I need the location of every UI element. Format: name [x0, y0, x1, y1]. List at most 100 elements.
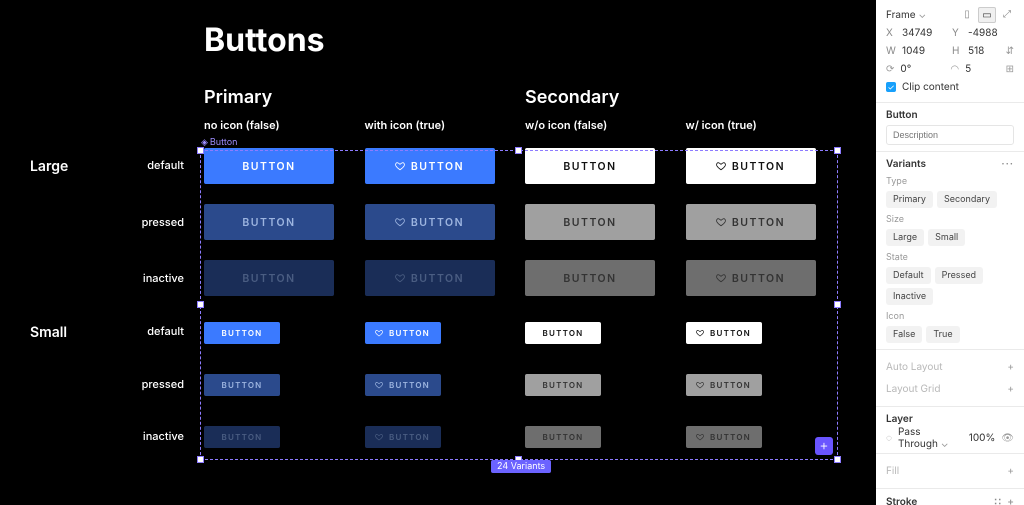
variant-button[interactable]: BUTTON [204, 426, 280, 448]
page-title: Buttons [204, 20, 846, 59]
variant-button[interactable]: BUTTON [686, 374, 762, 396]
col-primary-icon: with icon (true) [365, 118, 526, 132]
chevron-down-icon: ⌄ [918, 9, 926, 21]
prop-size-label: Size [886, 214, 1014, 225]
h-label: H [952, 45, 962, 57]
heart-icon [696, 381, 704, 389]
constrain-proportions-icon[interactable]: ⇵ [1006, 45, 1014, 57]
chip-false[interactable]: False [886, 326, 922, 343]
col-secondary-noicon: w/o icon (false) [525, 118, 686, 132]
state-inactive-label-1: inactive [108, 271, 204, 285]
state-default-label-1: default [108, 158, 204, 175]
size-small-label: Small [30, 324, 108, 341]
heart-icon [375, 329, 383, 337]
add-auto-layout-icon[interactable]: + [1007, 361, 1014, 373]
w-input[interactable]: 1049 [902, 45, 946, 57]
clip-content-checkbox[interactable]: ✓ [886, 82, 896, 92]
variant-button[interactable]: BUTTON [365, 204, 495, 240]
add-stroke-icon[interactable]: + [1007, 496, 1014, 505]
opacity-input[interactable]: 100% [969, 432, 996, 444]
frame-dropdown[interactable]: Frame ⌄ [886, 9, 926, 21]
heart-icon [716, 273, 726, 283]
auto-layout-heading[interactable]: Auto Layout [886, 361, 943, 373]
chip-true[interactable]: True [926, 326, 959, 343]
heart-icon [395, 217, 405, 227]
y-label: Y [952, 27, 962, 39]
chip-small[interactable]: Small [928, 229, 965, 246]
variant-button[interactable]: BUTTON [204, 260, 334, 296]
add-variant-button[interactable]: + [815, 437, 833, 455]
variant-button[interactable]: BUTTON [686, 426, 762, 448]
variant-button[interactable]: BUTTON [525, 426, 601, 448]
chip-default[interactable]: Default [886, 267, 931, 284]
resize-landscape-icon[interactable]: ▭ [978, 7, 996, 23]
variant-button[interactable]: BUTTON [525, 322, 601, 344]
prop-icon-label: Icon [886, 311, 1014, 322]
layer-heading: Layer [886, 413, 1014, 425]
visibility-icon[interactable]: 👁 [1001, 432, 1014, 444]
variant-button[interactable]: BUTTON [204, 148, 334, 184]
variant-button[interactable]: BUTTON [365, 374, 441, 396]
chip-primary[interactable]: Primary [886, 191, 933, 208]
group-primary: Primary [204, 87, 365, 108]
add-fill-icon[interactable]: + [1007, 465, 1014, 477]
component-name-heading: Button [886, 109, 1014, 121]
variants-heading: Variants [886, 158, 926, 170]
description-input[interactable] [886, 125, 1014, 145]
variant-button[interactable]: BUTTON [525, 374, 601, 396]
chip-inactive[interactable]: Inactive [886, 288, 933, 305]
clip-content-label: Clip content [902, 81, 959, 93]
variant-button[interactable]: BUTTON [686, 148, 816, 184]
variant-button[interactable]: BUTTON [365, 260, 495, 296]
radius-input[interactable]: 5 [965, 63, 971, 75]
state-pressed-label-2: pressed [108, 377, 204, 391]
x-label: X [886, 27, 896, 39]
group-secondary: Secondary [525, 87, 686, 108]
chip-large[interactable]: Large [886, 229, 924, 246]
inspector-panel: Frame ⌄ ▯ ▭ ⤢ X 34749 Y -4988 W 1049 H 5… [876, 0, 1024, 505]
heart-icon [716, 217, 726, 227]
prop-state-label: State [886, 252, 1014, 263]
chip-secondary[interactable]: Secondary [937, 191, 997, 208]
resize-fit-icon[interactable]: ⤢ [1000, 7, 1014, 21]
variants-more-icon[interactable]: ··· [1001, 158, 1014, 170]
layout-grid-heading[interactable]: Layout Grid [886, 383, 940, 395]
design-canvas[interactable]: Buttons Primary Secondary no icon (false… [0, 0, 876, 505]
heart-icon [395, 273, 405, 283]
h-input[interactable]: 518 [968, 45, 984, 57]
blend-mode-icon: ◌ [886, 432, 892, 444]
chip-pressed[interactable]: Pressed [935, 267, 984, 284]
prop-type-label: Type [886, 176, 1014, 187]
resize-portrait-icon[interactable]: ▯ [960, 7, 974, 21]
stroke-style-icon[interactable]: ∷ [991, 495, 1005, 505]
state-pressed-label-1: pressed [108, 215, 204, 229]
independent-corners-icon[interactable]: ⊞ [1006, 63, 1014, 75]
x-input[interactable]: 34749 [902, 27, 946, 39]
variant-button[interactable]: BUTTON [686, 204, 816, 240]
rotation-input[interactable]: 0° [900, 63, 944, 75]
y-input[interactable]: -4988 [968, 27, 998, 39]
variant-button[interactable]: BUTTON [525, 204, 655, 240]
variant-button[interactable]: BUTTON [365, 148, 495, 184]
variant-button[interactable]: BUTTON [525, 260, 655, 296]
state-default-label-2: default [108, 324, 204, 341]
heart-icon [395, 161, 405, 171]
add-layout-grid-icon[interactable]: + [1007, 383, 1014, 395]
variant-button[interactable]: BUTTON [204, 322, 280, 344]
heart-icon [375, 381, 383, 389]
rotation-icon: ⟳ [886, 63, 894, 75]
heart-icon [375, 433, 383, 441]
corner-radius-icon: ◠ [950, 63, 959, 75]
variant-button[interactable]: BUTTON [686, 260, 816, 296]
variant-button[interactable]: BUTTON [365, 426, 441, 448]
col-primary-noicon: no icon (false) [204, 118, 365, 132]
variant-button[interactable]: BUTTON [525, 148, 655, 184]
blend-mode-dropdown[interactable]: Pass Through ⌄ [898, 426, 963, 450]
variant-button[interactable]: BUTTON [686, 322, 762, 344]
col-secondary-icon: w/ icon (true) [686, 118, 847, 132]
variant-button[interactable]: BUTTON [365, 322, 441, 344]
variant-button[interactable]: BUTTON [204, 374, 280, 396]
fill-heading[interactable]: Fill [886, 465, 899, 477]
variant-button[interactable]: BUTTON [204, 204, 334, 240]
heart-icon [696, 329, 704, 337]
